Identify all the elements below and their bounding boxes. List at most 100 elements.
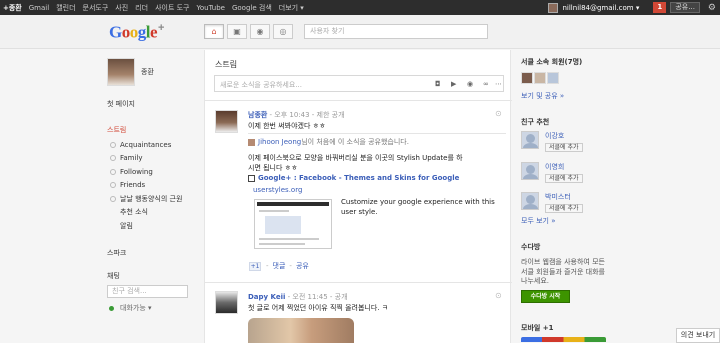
avatar[interactable] — [521, 131, 539, 149]
suggestion-name[interactable]: 이강호 — [545, 131, 583, 141]
share-link[interactable]: 공유 — [296, 261, 309, 271]
notification-count-badge[interactable]: 1 — [653, 2, 667, 13]
nav-item-search[interactable]: Google 검색 — [232, 3, 272, 13]
post-author[interactable]: Dapy Keii — [248, 293, 285, 301]
sidebar-item-sparks[interactable]: 스파크 — [107, 248, 126, 258]
reshare-attribution: Jihoon Jeong님이 처음에 이 소식을 공유했습니다. — [248, 137, 409, 147]
google-plus-logo[interactable]: Google+ — [109, 22, 164, 43]
circle-icon — [110, 141, 116, 148]
people-search-input[interactable]: 사용자 찾기 — [304, 24, 488, 39]
chat-search-input[interactable]: 친구 검색... — [107, 285, 188, 298]
divider — [205, 282, 512, 283]
availability-label: 대화가능 ▾ — [120, 304, 152, 312]
reshare-note: 님이 처음에 이 소식을 공유했습니다. — [301, 138, 409, 146]
profile-name[interactable]: 종환 — [141, 67, 154, 77]
status-dot-icon — [109, 305, 114, 311]
nav-item-calendar[interactable]: 캘린더 — [56, 3, 75, 13]
chat-heading: 채팅 — [107, 272, 120, 280]
profile-summary[interactable]: 종환 — [107, 58, 154, 86]
avatar[interactable] — [534, 72, 546, 84]
sidebar-item-stream[interactable]: 스트림 — [107, 125, 126, 135]
sidebar-item-acquaintances[interactable]: Acquaintances — [110, 138, 182, 152]
comment-link[interactable]: 댓글 — [273, 261, 286, 271]
avatar[interactable] — [547, 72, 559, 84]
circle-icon — [110, 182, 116, 189]
mobile-banner[interactable] — [521, 337, 606, 342]
share-placeholder: 새로운 소식을 공유하세요... — [220, 81, 302, 89]
left-sidebar: 종환 첫 페이지 스트림 Acquaintances Family Follow… — [100, 50, 203, 343]
suggestion-name[interactable]: 이영희 — [545, 162, 583, 172]
nav-item-docs[interactable]: 문서도구 — [83, 3, 109, 13]
chevron-down-icon[interactable]: ⊙ — [495, 109, 502, 118]
circle-members-heading: 서클 소속 회원(7명) — [521, 58, 583, 66]
mobile-heading: 모바일 +1 — [521, 324, 554, 332]
account-avatar[interactable] — [548, 2, 559, 13]
plus-one-button[interactable]: +1 — [249, 261, 261, 271]
sidebar-item-label: Friends — [120, 181, 146, 190]
circles-icon[interactable]: ◎ — [273, 24, 293, 39]
nav-item-reader[interactable]: 리더 — [135, 3, 148, 13]
author-avatar[interactable] — [215, 291, 238, 314]
nav-item-more[interactable]: 더보기 ▾ — [279, 3, 304, 13]
share-input[interactable]: 새로운 소식을 공유하세요... ◘ ▶ ◉ ∞ ⋯ — [214, 75, 504, 92]
post-author[interactable]: 남종환 — [248, 111, 267, 119]
suggestion-item: 이영희 서클에 추가 — [521, 162, 583, 183]
suggestion-name[interactable]: 박미스터 — [545, 192, 583, 202]
nav-item-youtube[interactable]: YouTube — [197, 4, 225, 12]
link-description: Customize your google experience with th… — [341, 198, 495, 216]
add-to-circle-button[interactable]: 서클에 추가 — [545, 204, 583, 213]
stream-column: 스트림 새로운 소식을 공유하세요... ◘ ▶ ◉ ∞ ⋯ 남종환 - 오후 … — [204, 50, 512, 343]
reshare-author[interactable]: Jihoon Jeong — [258, 138, 301, 146]
sidebar-item-first-page[interactable]: 첫 페이지 — [107, 99, 135, 109]
sidebar-item-family[interactable]: Family — [110, 152, 182, 166]
chevron-down-icon[interactable]: ⊙ — [495, 291, 502, 300]
photos-icon[interactable]: ▣ — [227, 24, 247, 39]
avatar[interactable] — [521, 162, 539, 180]
stylish-icon — [248, 174, 255, 182]
view-share-link[interactable]: 보기 및 공유 » — [521, 91, 564, 101]
location-icon[interactable]: ◉ — [467, 80, 473, 88]
nav-item-profile[interactable]: +종환 — [3, 3, 22, 13]
gear-icon[interactable]: ⚙ — [708, 3, 716, 13]
sidebar-item-custom-circle[interactable]: 날날 행동양식의 근원 — [110, 192, 182, 206]
feedback-button[interactable]: 의견 보내기 — [676, 328, 720, 343]
add-to-circle-button[interactable]: 서클에 추가 — [545, 143, 583, 152]
nav-item-photos[interactable]: 사진 — [115, 3, 128, 13]
camera-icon[interactable]: ◘ — [435, 80, 441, 88]
avatar[interactable] — [107, 58, 135, 86]
more-icon[interactable]: ⋯ — [495, 80, 502, 88]
hangout-heading: 수다방 — [521, 243, 541, 251]
top-navigation-bar: +종환 Gmail 캘린더 문서도구 사진 리더 사이트 도구 YouTube … — [0, 0, 720, 15]
add-to-circle-button[interactable]: 서클에 추가 — [545, 174, 583, 183]
avatar[interactable] — [521, 72, 533, 84]
post-actions: +1 - 댓글 - 공유 — [249, 261, 309, 271]
circle-stream-list: Acquaintances Family Following Friends 날… — [110, 138, 182, 233]
post-text: 이제 한번 써봐야겠다 ㅎㅎ — [248, 122, 326, 130]
circle-icon — [110, 155, 116, 162]
avatar[interactable] — [521, 192, 539, 210]
start-hangout-button[interactable]: 수다방 시작 — [521, 290, 570, 303]
sidebar-item-friends[interactable]: Friends — [110, 179, 182, 193]
post-meta: - 오전 11:45 - 공개 — [285, 293, 348, 301]
suggestion-item: 이강호 서클에 추가 — [521, 131, 583, 152]
page-title: 스트림 — [215, 60, 238, 69]
sidebar-item-notifications[interactable]: 알림 — [110, 219, 182, 233]
nav-item-gmail[interactable]: Gmail — [29, 4, 49, 12]
chat-availability-toggle[interactable]: 대화가능 ▾ — [109, 303, 152, 313]
profile-icon[interactable]: ◉ — [250, 24, 270, 39]
share-button[interactable]: 공유... — [670, 2, 700, 13]
hangout-description: 라이브 웹캠을 사용하여 모든 서클 회원들과 즐거운 대화를 나누세요. — [521, 258, 605, 285]
view-all-link[interactable]: 모두 보기 » — [521, 216, 556, 226]
home-icon[interactable]: ⌂ — [204, 24, 224, 39]
link-domain[interactable]: userstyles.org — [253, 186, 302, 194]
account-email[interactable]: nillnil84@gmail.com ▾ — [562, 4, 639, 12]
link-icon[interactable]: ∞ — [483, 80, 489, 88]
link-title-text[interactable]: Google+ : Facebook - Themes and Skins fo… — [258, 174, 459, 182]
link-thumbnail[interactable] — [254, 199, 332, 249]
sidebar-item-following[interactable]: Following — [110, 165, 182, 179]
nav-item-sites[interactable]: 사이트 도구 — [155, 3, 189, 13]
author-avatar[interactable] — [215, 110, 238, 133]
post-photo[interactable] — [248, 318, 354, 343]
sidebar-item-recommended[interactable]: 추천 소식 — [110, 206, 182, 220]
video-icon[interactable]: ▶ — [451, 80, 456, 88]
